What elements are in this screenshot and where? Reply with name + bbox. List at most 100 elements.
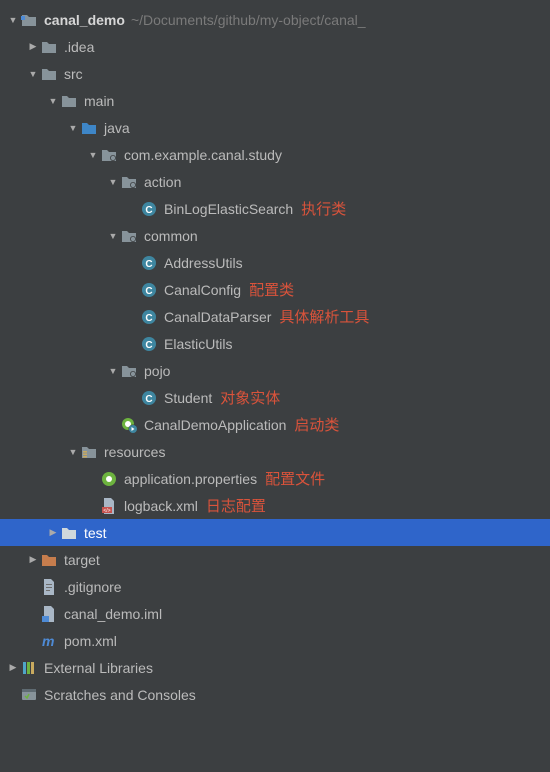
label: src — [64, 66, 83, 82]
tree-row-pojo[interactable]: ▼ pojo — [0, 357, 550, 384]
spring-config-icon — [100, 470, 118, 488]
label: resources — [104, 444, 165, 460]
chevron-down-icon[interactable]: ▼ — [66, 123, 80, 133]
tree-row-package[interactable]: ▼ com.example.canal.study — [0, 141, 550, 168]
folder-icon — [40, 38, 58, 56]
label: target — [64, 552, 100, 568]
label: CanalDemoApplication — [144, 417, 286, 433]
package-icon — [120, 173, 138, 191]
folder-icon — [60, 524, 78, 542]
annotation: 配置文件 — [265, 468, 325, 489]
package-icon — [100, 146, 118, 164]
label: ElasticUtils — [164, 336, 232, 352]
chevron-down-icon[interactable]: ▼ — [26, 69, 40, 79]
folder-icon — [40, 65, 58, 83]
tree-row-canalconfig[interactable]: · C CanalConfig 配置类 — [0, 276, 550, 303]
label: Scratches and Consoles — [44, 687, 196, 703]
svg-text:C: C — [145, 313, 152, 324]
chevron-right-icon[interactable]: ▶ — [26, 554, 40, 565]
label: .idea — [64, 39, 94, 55]
class-icon: C — [140, 389, 158, 407]
tree-row-idea[interactable]: ▶ .idea — [0, 33, 550, 60]
annotation: 启动类 — [294, 414, 339, 435]
annotation: 日志配置 — [206, 495, 266, 516]
label: com.example.canal.study — [124, 147, 282, 163]
svg-text:</>: </> — [103, 508, 110, 514]
folder-resources-icon — [80, 443, 98, 461]
package-icon — [120, 362, 138, 380]
tree-row-java[interactable]: ▼ java — [0, 114, 550, 141]
tree-row-common[interactable]: ▼ common — [0, 222, 550, 249]
chevron-right-icon[interactable]: ▶ — [6, 662, 20, 673]
svg-text:C: C — [145, 259, 152, 270]
tree-row-pom[interactable]: · m pom.xml — [0, 627, 550, 654]
svg-text:C: C — [145, 394, 152, 405]
label: External Libraries — [44, 660, 153, 676]
tree-row-test[interactable]: ▶ test — [0, 519, 550, 546]
tree-row-addressutils[interactable]: · C AddressUtils — [0, 249, 550, 276]
chevron-down-icon[interactable]: ▼ — [86, 150, 100, 160]
tree-row-canaldemoapp[interactable]: · CanalDemoApplication 启动类 — [0, 411, 550, 438]
tree-row-appprops[interactable]: · application.properties 配置文件 — [0, 465, 550, 492]
chevron-down-icon[interactable]: ▼ — [106, 231, 120, 241]
annotation: 配置类 — [249, 279, 294, 300]
tree-row-binlog[interactable]: · C BinLogElasticSearch 执行类 — [0, 195, 550, 222]
tree-row-src[interactable]: ▼ src — [0, 60, 550, 87]
tree-row-root[interactable]: ▼ canal_demo ~/Documents/github/my-objec… — [0, 6, 550, 33]
svg-text:C: C — [145, 205, 152, 216]
chevron-right-icon[interactable]: ▶ — [46, 527, 60, 538]
tree-row-main[interactable]: ▼ main — [0, 87, 550, 114]
text-file-icon — [40, 578, 58, 596]
label: .gitignore — [64, 579, 122, 595]
tree-row-scratches[interactable]: · Scratches and Consoles — [0, 681, 550, 708]
svg-text:C: C — [145, 340, 152, 351]
chevron-down-icon[interactable]: ▼ — [46, 96, 60, 106]
tree-row-gitignore[interactable]: · .gitignore — [0, 573, 550, 600]
tree-row-resources[interactable]: ▼ resources — [0, 438, 550, 465]
chevron-down-icon[interactable]: ▼ — [106, 177, 120, 187]
label: test — [84, 525, 107, 541]
label: application.properties — [124, 471, 257, 487]
root-path: ~/Documents/github/my-object/canal_ — [131, 12, 366, 28]
label: main — [84, 93, 114, 109]
libraries-icon — [20, 659, 38, 677]
label: common — [144, 228, 198, 244]
chevron-right-icon[interactable]: ▶ — [26, 41, 40, 52]
project-tree: ▼ canal_demo ~/Documents/github/my-objec… — [0, 0, 550, 708]
annotation: 执行类 — [301, 198, 346, 219]
label: AddressUtils — [164, 255, 243, 271]
tree-row-iml[interactable]: · canal_demo.iml — [0, 600, 550, 627]
folder-excluded-icon — [40, 551, 58, 569]
svg-text:C: C — [145, 286, 152, 297]
tree-row-canaldataparser[interactable]: · C CanalDataParser 具体解析工具 — [0, 303, 550, 330]
xml-file-icon: </> — [100, 497, 118, 515]
class-icon: C — [140, 335, 158, 353]
tree-row-elasticutils[interactable]: · C ElasticUtils — [0, 330, 550, 357]
annotation: 具体解析工具 — [279, 306, 369, 327]
label: logback.xml — [124, 498, 198, 514]
chevron-down-icon[interactable]: ▼ — [6, 15, 20, 25]
folder-module-icon — [20, 11, 38, 29]
label: pojo — [144, 363, 170, 379]
scratches-icon — [20, 686, 38, 704]
class-icon: C — [140, 281, 158, 299]
tree-row-logback[interactable]: · </> logback.xml 日志配置 — [0, 492, 550, 519]
folder-icon — [60, 92, 78, 110]
class-icon: C — [140, 200, 158, 218]
chevron-down-icon[interactable]: ▼ — [66, 447, 80, 457]
tree-row-action[interactable]: ▼ action — [0, 168, 550, 195]
folder-source-icon — [80, 119, 98, 137]
label: action — [144, 174, 181, 190]
label: CanalDataParser — [164, 309, 271, 325]
class-icon: C — [140, 254, 158, 272]
tree-row-student[interactable]: · C Student 对象实体 — [0, 384, 550, 411]
chevron-down-icon[interactable]: ▼ — [106, 366, 120, 376]
label: BinLogElasticSearch — [164, 201, 293, 217]
class-icon: C — [140, 308, 158, 326]
maven-file-icon: m — [40, 632, 58, 650]
root-name: canal_demo — [44, 12, 125, 28]
tree-row-target[interactable]: ▶ target — [0, 546, 550, 573]
tree-row-external-libs[interactable]: ▶ External Libraries — [0, 654, 550, 681]
label: pom.xml — [64, 633, 117, 649]
iml-file-icon — [40, 605, 58, 623]
